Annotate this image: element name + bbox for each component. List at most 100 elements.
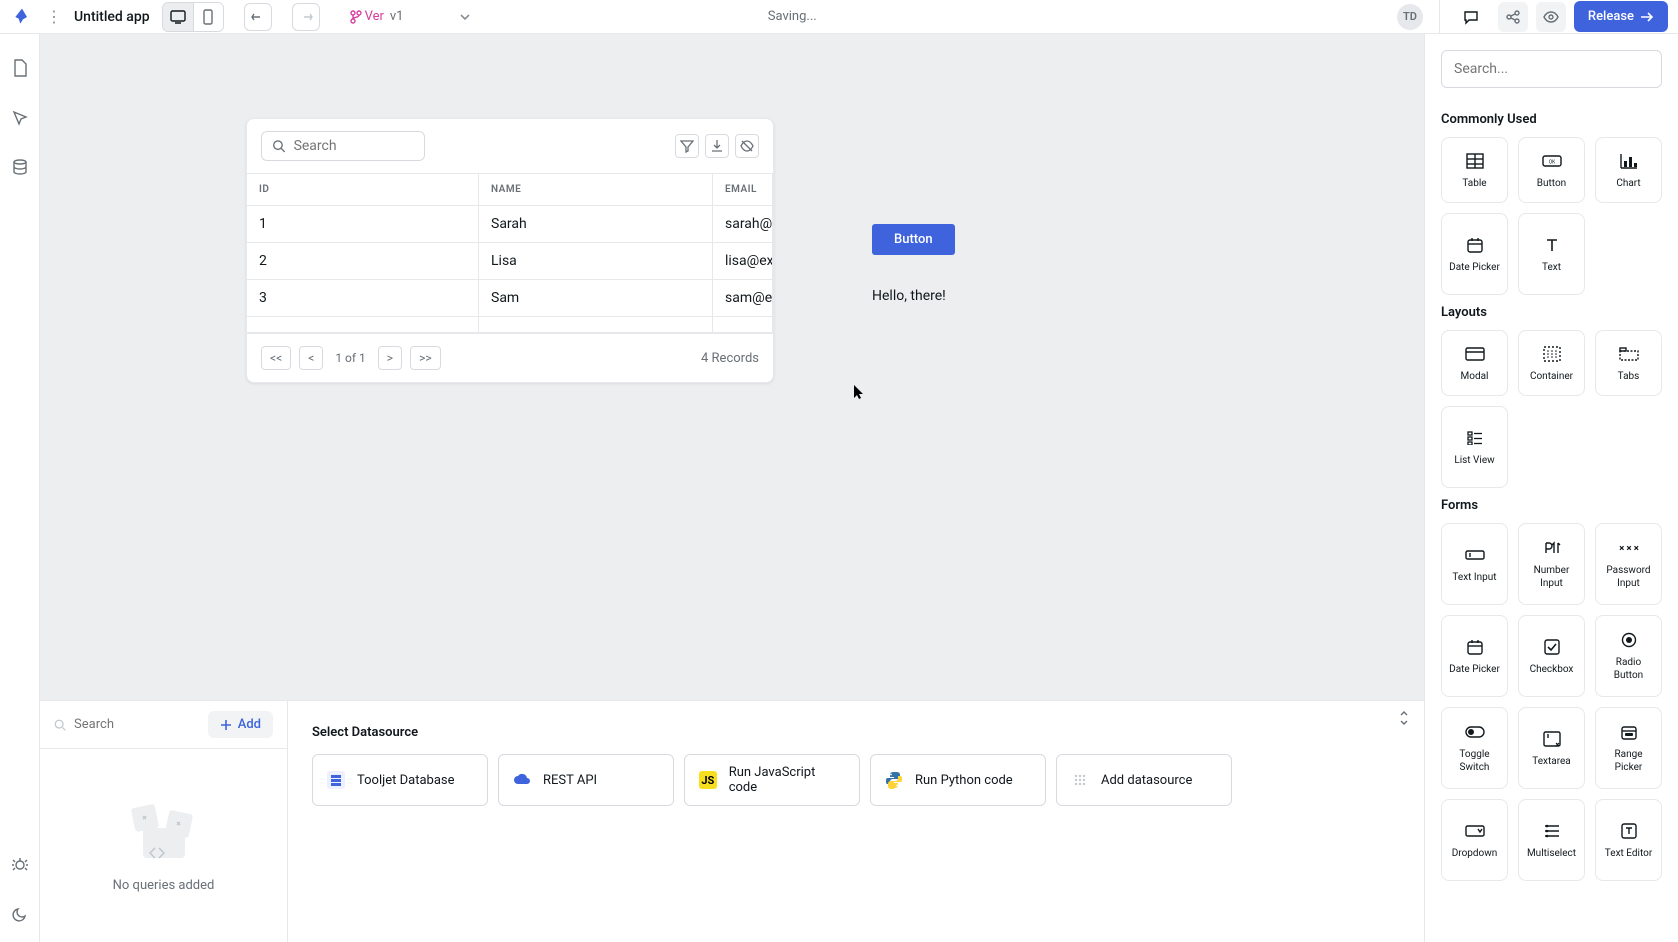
container-icon bbox=[1542, 344, 1562, 364]
column-header-name[interactable]: NAME bbox=[479, 174, 713, 205]
datasource-tooljet-db[interactable]: Tooljet Database bbox=[312, 754, 488, 806]
datasource-add[interactable]: Add datasource bbox=[1056, 754, 1232, 806]
preview-button[interactable] bbox=[1536, 2, 1566, 32]
app-menu-icon[interactable]: ⋮ bbox=[46, 7, 62, 26]
table-row[interactable]: 1 Sarah sarah@e bbox=[247, 206, 773, 243]
device-toggle bbox=[162, 2, 224, 32]
page-last-button[interactable]: >> bbox=[410, 346, 441, 370]
version-selector[interactable]: Ver v1 bbox=[340, 5, 482, 28]
nav-theme-icon[interactable] bbox=[6, 900, 34, 928]
python-icon bbox=[885, 771, 903, 789]
table-row[interactable]: 2 Lisa lisa@ex bbox=[247, 243, 773, 280]
undo-button[interactable] bbox=[244, 3, 272, 31]
column-header-email[interactable]: EMAIL bbox=[713, 174, 773, 205]
text-icon bbox=[1542, 235, 1562, 255]
add-icon bbox=[1071, 771, 1089, 789]
comments-button[interactable] bbox=[1456, 2, 1486, 32]
table-pager: << < 1 of 1 > >> bbox=[261, 346, 441, 370]
canvas-text-widget[interactable]: Hello, there! bbox=[872, 288, 946, 304]
component-toggle-switch[interactable]: Toggle Switch bbox=[1441, 707, 1508, 789]
query-search-input[interactable] bbox=[74, 717, 198, 732]
component-chart[interactable]: Chart bbox=[1595, 137, 1662, 203]
hide-columns-button[interactable] bbox=[735, 134, 759, 158]
component-checkbox[interactable]: Checkbox bbox=[1518, 615, 1585, 697]
table-row[interactable]: 3 Sam sam@ex bbox=[247, 280, 773, 317]
component-panel: Commonly Used Table OKButton Chart Date … bbox=[1424, 34, 1678, 942]
query-search[interactable] bbox=[54, 717, 198, 732]
empty-text: No queries added bbox=[113, 878, 215, 893]
table-widget[interactable]: ID NAME EMAIL 1 Sarah sarah@e 2 bbox=[246, 118, 774, 383]
textarea-icon bbox=[1542, 729, 1562, 749]
record-count: 4 Records bbox=[701, 351, 759, 366]
mobile-view-button[interactable] bbox=[193, 3, 223, 31]
datasource-javascript[interactable]: JS Run JavaScript code bbox=[684, 754, 860, 806]
section-forms: Forms bbox=[1441, 498, 1662, 513]
dropdown-icon bbox=[1465, 821, 1485, 841]
text-editor-icon bbox=[1619, 821, 1639, 841]
password-icon bbox=[1619, 538, 1639, 558]
section-layouts: Layouts bbox=[1441, 305, 1662, 320]
share-button[interactable] bbox=[1498, 2, 1528, 32]
component-radio[interactable]: Radio Button bbox=[1595, 615, 1662, 697]
rest-api-icon bbox=[513, 771, 531, 789]
save-status: Saving... bbox=[768, 9, 817, 24]
datasource-rest-api[interactable]: REST API bbox=[498, 754, 674, 806]
component-search-input[interactable] bbox=[1441, 50, 1662, 88]
component-modal[interactable]: Modal bbox=[1441, 330, 1508, 396]
tabs-icon bbox=[1619, 344, 1639, 364]
component-list-view[interactable]: List View bbox=[1441, 406, 1508, 488]
component-dropdown[interactable]: Dropdown bbox=[1441, 799, 1508, 881]
app-title[interactable]: Untitled app bbox=[74, 9, 150, 25]
table-search[interactable] bbox=[261, 131, 425, 161]
component-date-picker[interactable]: Date Picker bbox=[1441, 213, 1508, 295]
filter-button[interactable] bbox=[675, 134, 699, 158]
nav-datasource-icon[interactable] bbox=[6, 154, 34, 182]
redo-button[interactable] bbox=[292, 3, 320, 31]
component-button[interactable]: OKButton bbox=[1518, 137, 1585, 203]
nav-debug-icon[interactable] bbox=[6, 850, 34, 878]
component-date-picker-form[interactable]: Date Picker bbox=[1441, 615, 1508, 697]
component-text-input[interactable]: Text Input bbox=[1441, 523, 1508, 605]
component-range-picker[interactable]: Range Picker bbox=[1595, 707, 1662, 789]
text-input-icon bbox=[1465, 545, 1485, 565]
page-next-button[interactable]: > bbox=[378, 346, 402, 370]
page-first-button[interactable]: << bbox=[261, 346, 291, 370]
modal-icon bbox=[1465, 344, 1485, 364]
component-number-input[interactable]: Number Input bbox=[1518, 523, 1585, 605]
component-text-editor[interactable]: Text Editor bbox=[1595, 799, 1662, 881]
canvas[interactable]: ID NAME EMAIL 1 Sarah sarah@e 2 bbox=[40, 34, 1424, 700]
component-multiselect[interactable]: Multiselect bbox=[1518, 799, 1585, 881]
desktop-view-button[interactable] bbox=[163, 3, 193, 31]
number-input-icon bbox=[1542, 538, 1562, 558]
release-button[interactable]: Release bbox=[1574, 1, 1668, 32]
component-tabs[interactable]: Tabs bbox=[1595, 330, 1662, 396]
app-logo[interactable] bbox=[10, 5, 34, 29]
range-picker-icon bbox=[1619, 722, 1639, 742]
download-button[interactable] bbox=[705, 134, 729, 158]
datasource-python[interactable]: Run Python code bbox=[870, 754, 1046, 806]
toggle-icon bbox=[1465, 722, 1485, 742]
page-prev-button[interactable]: < bbox=[299, 346, 323, 370]
component-textarea[interactable]: Textarea bbox=[1518, 707, 1585, 789]
topbar: ⋮ Untitled app Saving... Ver v1 bbox=[0, 0, 1678, 34]
search-icon bbox=[54, 718, 66, 732]
version-name: v1 bbox=[390, 9, 404, 24]
column-header-id[interactable]: ID bbox=[247, 174, 479, 205]
add-query-button[interactable]: Add bbox=[208, 711, 273, 738]
component-password-input[interactable]: Password Input bbox=[1595, 523, 1662, 605]
component-container[interactable]: Container bbox=[1518, 330, 1585, 396]
js-icon: JS bbox=[699, 771, 717, 789]
chevron-down-icon bbox=[459, 13, 471, 21]
nav-inspect-icon[interactable] bbox=[6, 104, 34, 132]
collapse-panel-button[interactable] bbox=[1398, 711, 1410, 725]
canvas-button-widget[interactable]: Button bbox=[872, 224, 955, 255]
user-avatar[interactable]: TD bbox=[1397, 4, 1423, 30]
search-icon bbox=[272, 138, 286, 154]
table-header: ID NAME EMAIL bbox=[247, 173, 773, 206]
nav-page-icon[interactable] bbox=[6, 54, 34, 82]
left-nav bbox=[0, 34, 40, 942]
table-row[interactable] bbox=[247, 317, 773, 333]
component-text[interactable]: Text bbox=[1518, 213, 1585, 295]
table-search-input[interactable] bbox=[294, 138, 414, 154]
component-table[interactable]: Table bbox=[1441, 137, 1508, 203]
